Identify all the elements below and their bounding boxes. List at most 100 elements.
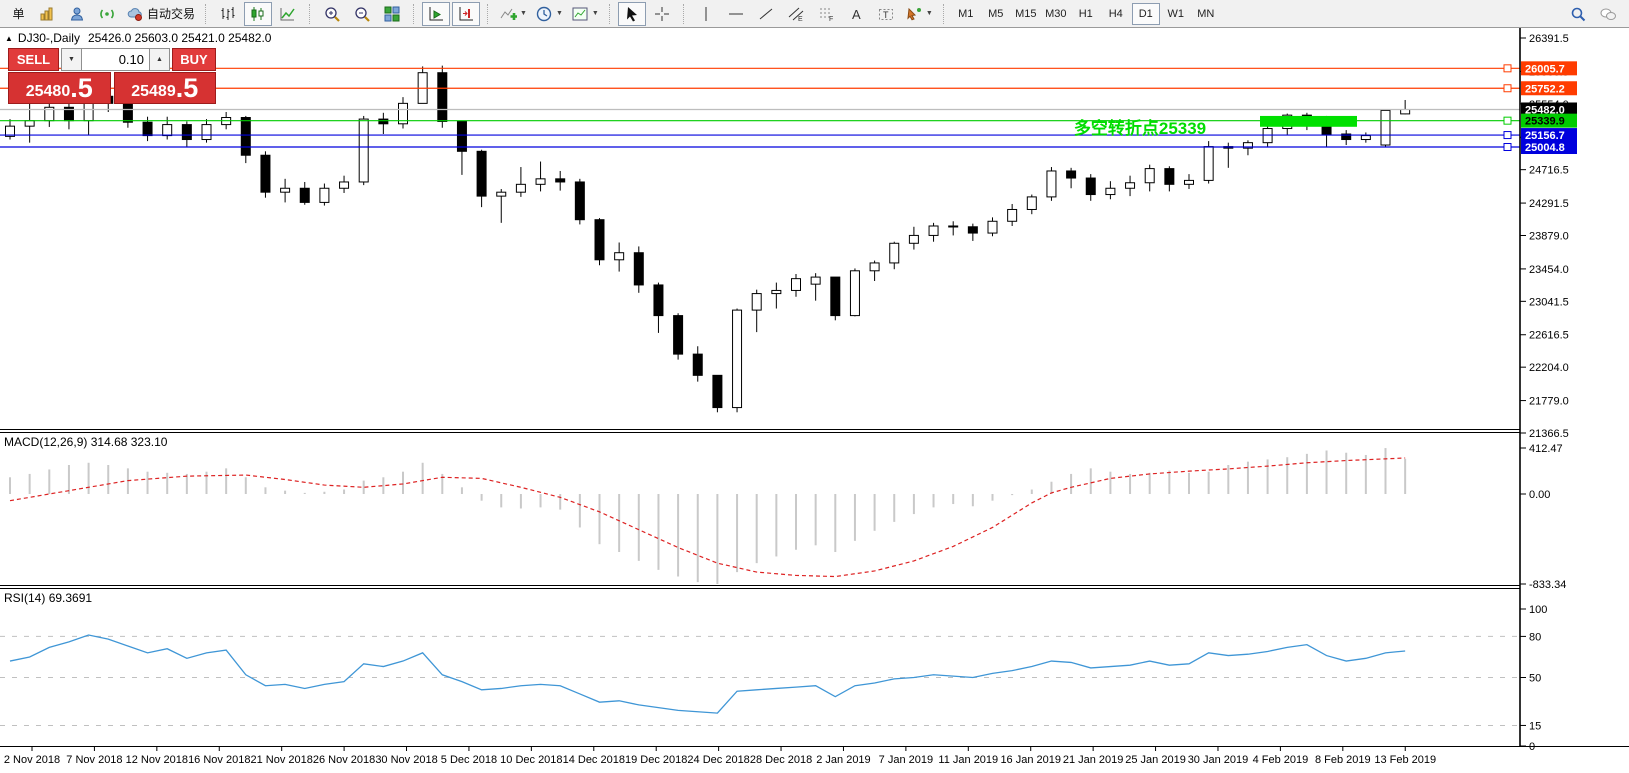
timeframe-m1-button[interactable]: M1 [952, 3, 980, 25]
candle-body [320, 188, 329, 202]
cursor-icon [623, 5, 641, 23]
timeframe-h4-button[interactable]: H4 [1102, 3, 1130, 25]
sell-price-main: 25480 [26, 82, 71, 102]
toolbar-search-button[interactable] [1564, 2, 1592, 26]
toolbar-templates-button[interactable]: ▼ [568, 2, 602, 26]
toolbar-indicators-button[interactable]: ▼ [496, 2, 530, 26]
arrows-icon [905, 5, 923, 23]
price-axis-label: 22204.0 [1529, 362, 1569, 374]
rsi-axis-label: 50 [1529, 673, 1541, 685]
dropdown-arrow-icon[interactable]: ▼ [556, 10, 563, 17]
candle-body [733, 310, 742, 407]
toolbar-autotrade-cloud-button[interactable]: 自动交易 [123, 2, 198, 26]
toolbar-separator [683, 4, 685, 24]
candle-body [909, 235, 918, 243]
toolbar-text-label-button[interactable]: T [872, 2, 900, 26]
rsi-axis-label: 100 [1529, 604, 1547, 616]
price-axis-label: 24291.5 [1529, 198, 1569, 210]
annotation-text: 多空转折点25339 [1074, 118, 1206, 138]
toolbar-signal-green-button[interactable] [93, 2, 121, 26]
candle-body [261, 155, 270, 192]
timeframe-m30-button[interactable]: M30 [1042, 3, 1070, 25]
price-axis-label: 22616.5 [1529, 330, 1569, 342]
toolbar-candles-button[interactable] [244, 2, 272, 26]
volume-increase-button[interactable]: ▲ [149, 48, 170, 71]
toolbar-ohlc-bars-button[interactable] [214, 2, 242, 26]
toolbar-trendline-button[interactable] [752, 2, 780, 26]
sell-price[interactable]: 25480.5 [8, 72, 111, 104]
timeframe-w1-button[interactable]: W1 [1162, 3, 1190, 25]
price-badge-label: 25752.2 [1525, 83, 1565, 95]
toolbar-profile-blue-button[interactable] [63, 2, 91, 26]
timeframe-d1-button[interactable]: D1 [1132, 3, 1160, 25]
periods-icon [535, 5, 553, 23]
price-axis-label: 24716.5 [1529, 165, 1569, 177]
symbol-period-label: DJ30-,Daily [18, 31, 80, 45]
panel-collapse-icon[interactable]: ▲ [5, 34, 13, 43]
candle-body [281, 188, 290, 192]
toolbar-text-button[interactable]: A [842, 2, 870, 26]
candle-body [654, 285, 663, 316]
date-axis-label: 13 Feb 2019 [1374, 754, 1436, 766]
candle-body [615, 253, 624, 260]
sell-button[interactable]: SELL [8, 48, 59, 71]
toolbar-auto-scroll-button[interactable] [422, 2, 450, 26]
rsi-axis-label: 80 [1529, 631, 1541, 643]
candle-body [968, 227, 977, 233]
candle-body [870, 263, 879, 271]
buy-price[interactable]: 25489.5 [114, 72, 217, 104]
date-axis-label: 2 Jan 2019 [816, 754, 870, 766]
timeframe-m5-button[interactable]: M5 [982, 3, 1010, 25]
toolbar-chat-button[interactable] [1594, 2, 1622, 26]
timeframe-h1-button[interactable]: H1 [1072, 3, 1100, 25]
toolbar-new-order-button[interactable]: 单 [3, 2, 31, 26]
toolbar-vertical-line-button[interactable] [692, 2, 720, 26]
volume-input[interactable] [82, 48, 149, 71]
toolbar-cursor-button[interactable] [618, 2, 646, 26]
toolbar-zoom-in-button[interactable] [318, 2, 346, 26]
date-axis-label: 2 Nov 2018 [4, 754, 60, 766]
toolbar-chart-yellow-button[interactable] [33, 2, 61, 26]
toolbar-arrows-button[interactable]: ▼ [902, 2, 936, 26]
candle-body [25, 121, 34, 127]
price-axis-label: 21779.0 [1529, 396, 1569, 408]
candle-body [163, 125, 172, 136]
dropdown-arrow-icon[interactable]: ▼ [592, 10, 599, 17]
candle-body [1027, 197, 1036, 210]
candle-body [438, 73, 447, 122]
chat-icon [1599, 5, 1617, 23]
new-order-label: 单 [12, 5, 24, 22]
toolbar-crosshair-button[interactable] [648, 2, 676, 26]
macd-values: 314.68 323.10 [91, 435, 168, 449]
timeframe-m15-button[interactable]: M15 [1012, 3, 1040, 25]
rsi-axis-label: 15 [1529, 720, 1541, 732]
date-axis-label: 30 Jan 2019 [1188, 754, 1249, 766]
buy-button[interactable]: BUY [172, 48, 216, 71]
toolbar-zoom-out-button[interactable] [348, 2, 376, 26]
toolbar-chart-shift-button[interactable] [452, 2, 480, 26]
candle-body [340, 182, 349, 188]
toolbar-channel-button[interactable]: E [782, 2, 810, 26]
signal-green-icon [98, 5, 116, 23]
line-endpoint-marker [1504, 132, 1511, 139]
toolbar-separator [309, 4, 311, 24]
volume-decrease-button[interactable]: ▼ [61, 48, 82, 71]
dropdown-arrow-icon[interactable]: ▼ [520, 10, 527, 17]
tile-windows-icon [383, 5, 401, 23]
price-axis-label: 21366.5 [1529, 428, 1569, 440]
toolbar-periods-button[interactable]: ▼ [532, 2, 566, 26]
ohlc-values: 25426.0 25603.0 25421.0 25482.0 [88, 31, 272, 45]
date-axis-label: 19 Dec 2018 [625, 754, 687, 766]
toolbar-fibonacci-button[interactable]: F [812, 2, 840, 26]
toolbar-tile-windows-button[interactable] [378, 2, 406, 26]
date-axis-label: 24 Dec 2018 [687, 754, 749, 766]
toolbar-horizontal-line-button[interactable] [722, 2, 750, 26]
dropdown-arrow-icon[interactable]: ▼ [926, 10, 933, 17]
line-chart-icon [279, 5, 297, 23]
rsi-name: RSI(14) [4, 591, 45, 605]
timeframe-mn-button[interactable]: MN [1192, 3, 1220, 25]
chart-canvas[interactable]: 多空转折点2533926391.525966.525554.025129.024… [0, 0, 1629, 773]
buy-price-fraction: .5 [176, 75, 199, 102]
toolbar-line-chart-button[interactable] [274, 2, 302, 26]
toolbar: 单 自动交易 ▼ ▼ ▼ EFAT ▼ M1M5M15M30H1H4D1W1MN [0, 0, 1629, 28]
